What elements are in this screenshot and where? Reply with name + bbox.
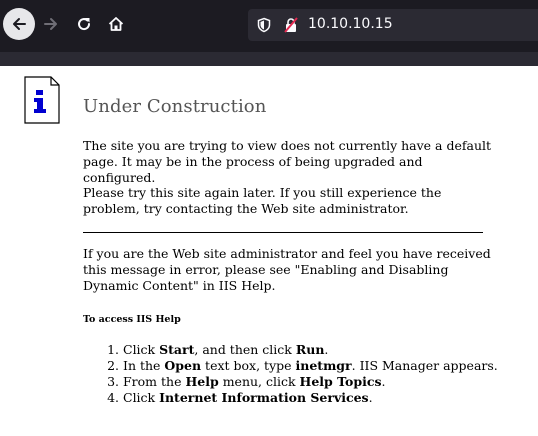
page-content: Under Construction The site you are tryi… xyxy=(0,66,538,436)
divider xyxy=(83,232,483,233)
back-arrow-icon xyxy=(13,18,26,30)
page-title: Under Construction xyxy=(83,96,267,117)
url-text[interactable]: 10.10.10.15 xyxy=(308,16,393,32)
step-text: , and then click xyxy=(194,342,296,357)
admin-message: If you are the Web site administrator an… xyxy=(83,246,491,293)
home-icon xyxy=(108,17,124,31)
reload-button[interactable] xyxy=(74,14,94,34)
list-item: Click Start, and then click Run. xyxy=(123,342,538,358)
step-text: In the xyxy=(123,358,165,373)
step-text: . xyxy=(368,390,373,405)
list-item: In the Open text box, type inetmgr. IIS … xyxy=(123,358,538,374)
step-text: . xyxy=(381,374,386,389)
step-text: . IIS Manager appears. xyxy=(351,358,498,373)
step-bold: inetmgr xyxy=(295,358,352,373)
help-steps-list: Click Start, and then click Run. In the … xyxy=(83,342,538,406)
step-text: Click xyxy=(123,342,160,357)
tracking-shield-icon[interactable] xyxy=(256,17,272,33)
back-button[interactable] xyxy=(3,8,35,40)
step-text: From the xyxy=(123,374,186,389)
step-text: . xyxy=(324,342,329,357)
step-bold: Help xyxy=(185,374,219,389)
step-bold: Open xyxy=(164,358,202,373)
info-document-icon xyxy=(24,76,60,124)
default-page-message: The site you are trying to view does not… xyxy=(83,138,492,185)
toolbar-bottom-strip xyxy=(0,52,538,66)
address-bar[interactable]: 10.10.10.15 xyxy=(248,9,538,41)
step-bold: Help Topics xyxy=(299,374,382,389)
step-bold: Internet Information Services xyxy=(159,390,369,405)
list-item: From the Help menu, click Help Topics. xyxy=(123,374,538,390)
step-bold: Start xyxy=(159,342,195,357)
help-heading: To access IIS Help xyxy=(83,314,181,325)
step-text: Click xyxy=(123,390,160,405)
list-item: Click Internet Information Services. xyxy=(123,390,538,406)
step-text: text box, type xyxy=(201,358,296,373)
insecure-lock-icon[interactable] xyxy=(282,16,300,34)
step-bold: Run xyxy=(295,342,325,357)
home-button[interactable] xyxy=(106,14,126,34)
forward-arrow-icon xyxy=(44,18,57,30)
try-again-message: Please try this site again later. If you… xyxy=(83,185,442,216)
forward-button[interactable] xyxy=(41,14,61,34)
step-text: menu, click xyxy=(218,374,300,389)
browser-toolbar: 10.10.10.15 xyxy=(0,0,538,66)
reload-icon xyxy=(78,18,91,31)
